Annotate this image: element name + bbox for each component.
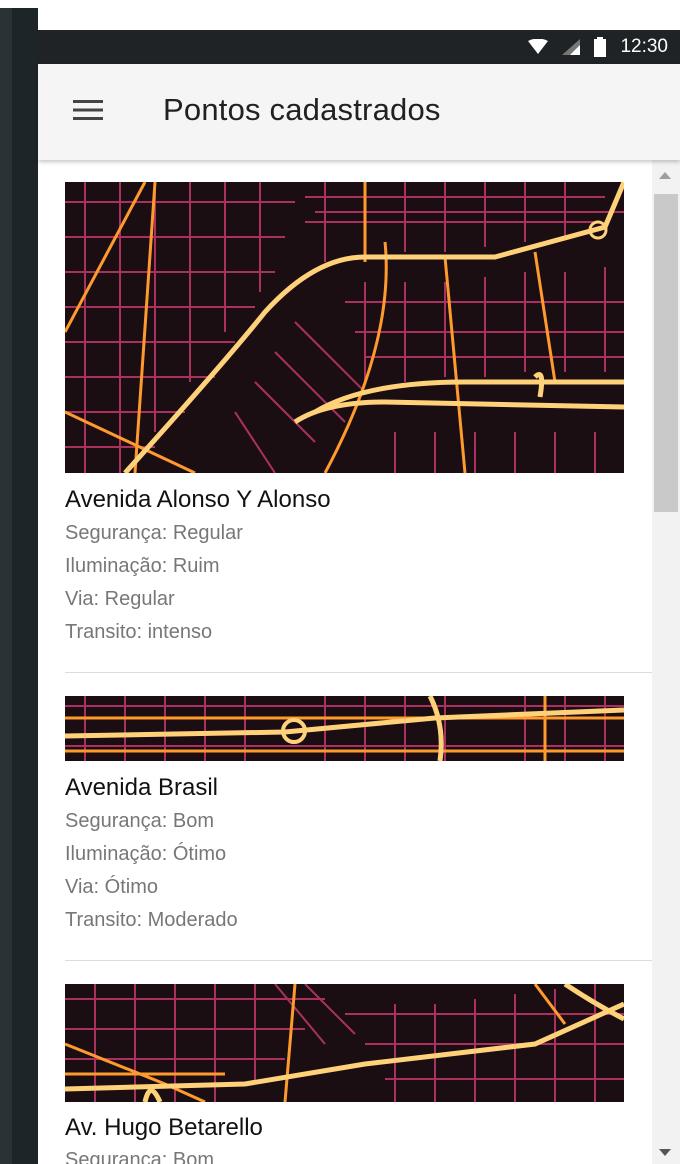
point-name: Av. Hugo Betarello [65,1114,263,1141]
point-traffic: Transito: Moderado [65,909,238,931]
point-card[interactable]: Avenida Alonso Y Alonso Segurança: Regul… [38,160,652,673]
point-card[interactable]: Avenida Brasil Segurança: Bom Iluminação… [38,672,652,961]
point-card[interactable]: Av. Hugo Betarello Segurança: Bom [38,960,652,1164]
page-title: Pontos cadastrados [163,92,441,127]
point-road: Via: Ótimo [65,876,158,898]
device-frame-top [0,0,680,30]
point-name: Avenida Brasil [65,774,218,801]
app-bar: Pontos cadastrados [38,64,680,160]
battery-icon [594,37,607,57]
points-list[interactable]: Avenida Alonso Y Alonso Segurança: Regul… [38,160,652,1164]
scroll-down-arrow-icon[interactable] [659,1149,671,1156]
point-lighting: Iluminação: Ruim [65,555,220,577]
point-security: Segurança: Regular [65,522,243,544]
map-thumbnail [65,984,624,1102]
status-bar: 12:30 [38,30,680,64]
scrollbar[interactable] [652,160,680,1164]
map-thumbnail [65,182,624,473]
point-traffic: Transito: intenso [65,621,213,643]
scrollbar-thumb[interactable] [654,194,678,512]
point-name: Avenida Alonso Y Alonso [65,486,331,513]
wifi-icon [528,39,549,55]
point-road: Via: Regular [65,588,175,610]
map-thumbnail [65,696,624,761]
hamburger-menu-icon [73,99,103,126]
point-lighting: Iluminação: Ótimo [65,843,227,865]
point-security: Segurança: Bom [65,810,214,832]
scroll-up-arrow-icon[interactable] [659,172,671,179]
cell-signal-icon [562,39,581,55]
point-security: Segurança: Bom [65,1149,214,1164]
status-time: 12:30 [620,36,668,57]
device-frame-edge [0,8,12,1164]
menu-button[interactable] [64,88,112,136]
